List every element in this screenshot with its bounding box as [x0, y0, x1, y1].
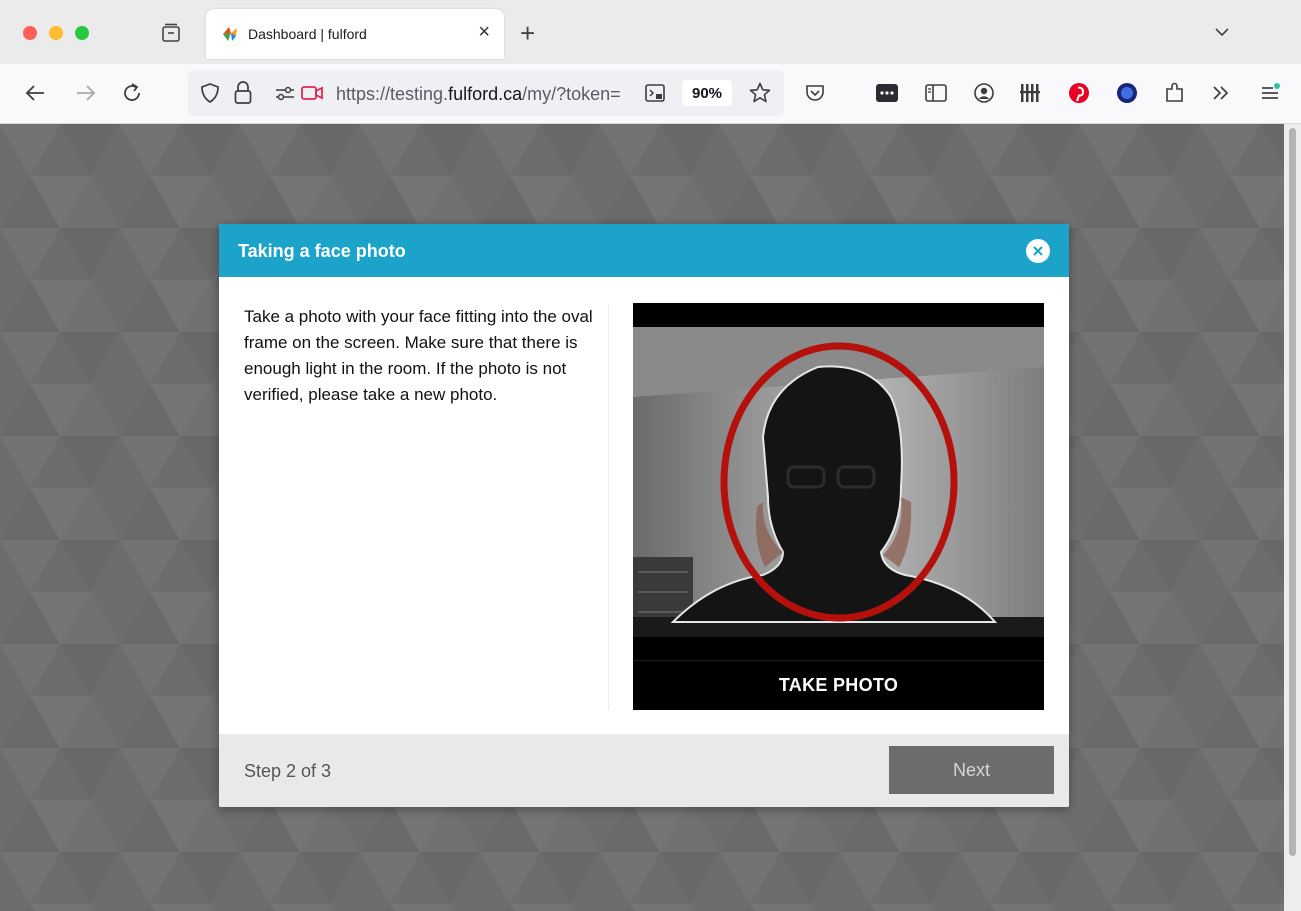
url-text[interactable]: https://testing.fulford.ca/my/?token=: [336, 84, 636, 105]
step-indicator: Step 2 of 3: [244, 761, 332, 781]
camera-preview: TAKE PHOTO: [633, 303, 1044, 710]
next-button[interactable]: Next: [889, 746, 1054, 794]
face-photo-dialog: Taking a face photo Take a photo with yo…: [219, 224, 1069, 807]
lock-icon[interactable]: [232, 80, 254, 106]
url-prefix: https://testing.: [336, 84, 449, 104]
menu-icon[interactable]: [1257, 80, 1283, 106]
active-tab[interactable]: Dashboard | fulford ×: [206, 9, 504, 59]
blue-circle-extension-icon[interactable]: [1114, 80, 1140, 106]
tab-overview-icon[interactable]: [160, 22, 182, 44]
dialog-title: Taking a face photo: [238, 241, 406, 261]
tab-title: Dashboard | fulford: [248, 26, 367, 42]
tab-list-chevron-icon[interactable]: [1212, 22, 1232, 42]
fulford-favicon-icon: [223, 27, 237, 41]
pinterest-icon[interactable]: [1066, 80, 1092, 106]
pocket-icon[interactable]: [802, 80, 828, 106]
url-bar[interactable]: https://testing.fulford.ca/my/?token= 90…: [188, 70, 784, 116]
camera-in-use-icon[interactable]: [300, 83, 324, 103]
window-minimize-button[interactable]: [49, 26, 63, 40]
dots-extension-icon[interactable]: [874, 80, 900, 106]
content-divider: [608, 304, 609, 710]
reader-view-icon[interactable]: [644, 82, 666, 104]
reload-icon[interactable]: [119, 80, 145, 106]
tab-close-icon[interactable]: ×: [478, 21, 490, 43]
dialog-header: Taking a face photo: [219, 224, 1069, 277]
dialog-close-button[interactable]: [1026, 239, 1050, 263]
dialog-footer: Step 2 of 3 Next: [219, 734, 1069, 807]
instructions-text: Take a photo with your face fitting into…: [244, 307, 593, 404]
new-tab-icon[interactable]: +: [520, 18, 535, 48]
take-photo-button[interactable]: TAKE PHOTO: [633, 660, 1044, 710]
browser-toolbar: https://testing.fulford.ca/my/?token= 90…: [0, 64, 1301, 124]
back-arrow-icon[interactable]: [22, 80, 48, 106]
forward-arrow-icon[interactable]: [73, 80, 99, 106]
camera-feed-image: [633, 327, 1044, 637]
window-zoom-button[interactable]: [75, 26, 89, 40]
close-icon: [1033, 246, 1043, 256]
scrollbar-thumb[interactable]: [1289, 128, 1296, 856]
window-close-button[interactable]: [23, 26, 37, 40]
tracking-shield-icon[interactable]: [198, 81, 222, 105]
sidebar-icon[interactable]: [923, 80, 949, 106]
zoom-level-badge[interactable]: 90%: [682, 80, 732, 106]
permissions-icon[interactable]: [274, 83, 296, 103]
page-scrollbar[interactable]: [1284, 124, 1301, 911]
overflow-chevron-icon[interactable]: [1208, 80, 1234, 106]
puzzle-icon[interactable]: [1162, 80, 1188, 106]
url-path: /my/?token=: [522, 84, 621, 104]
take-photo-label: TAKE PHOTO: [778, 675, 899, 695]
account-icon[interactable]: [971, 80, 997, 106]
bookmark-star-icon[interactable]: [748, 81, 772, 105]
browser-tabbar: Dashboard | fulford × +: [0, 0, 1301, 64]
bars-extension-icon[interactable]: [1018, 80, 1044, 106]
url-host: fulford.ca: [448, 84, 523, 104]
